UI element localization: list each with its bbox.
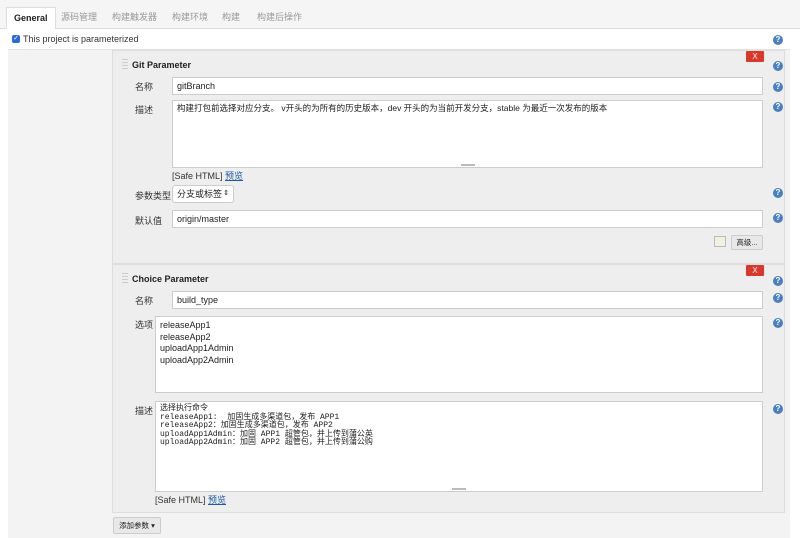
safe-html-label: [Safe HTML] <box>155 495 206 505</box>
help-icon[interactable]: ? <box>773 35 783 45</box>
param-type-label: 参数类型 <box>135 191 172 201</box>
resize-handle[interactable] <box>460 164 475 166</box>
drag-handle-icon[interactable] <box>122 59 128 71</box>
safe-html-note: [Safe HTML] 预览 <box>155 493 226 506</box>
tab-post-build[interactable]: 构建后操作 <box>250 7 309 29</box>
description-label: 描述 <box>135 105 154 115</box>
help-icon[interactable]: ? <box>773 102 783 112</box>
help-icon[interactable]: ? <box>773 404 783 414</box>
tab-build-env[interactable]: 构建环境 <box>165 7 215 29</box>
help-icon[interactable]: ? <box>773 318 783 328</box>
panel-title: Git Parameter <box>132 60 192 70</box>
add-parameter-button[interactable]: 添加参数 ▾ <box>113 517 161 534</box>
delete-button[interactable]: X <box>746 51 764 62</box>
help-icon[interactable]: ? <box>773 61 783 71</box>
help-icon[interactable]: ? <box>773 276 783 286</box>
tab-triggers[interactable]: 构建触发器 <box>105 7 164 29</box>
name-input[interactable]: build_type <box>172 291 763 309</box>
parameterized-label: This project is parameterized <box>23 34 139 44</box>
preview-link[interactable]: 预览 <box>225 171 243 181</box>
tab-bar: General 源码管理 构建触发器 构建环境 构建 构建后操作 <box>0 0 800 29</box>
help-icon[interactable]: ? <box>773 213 783 223</box>
name-label: 名称 <box>135 82 154 92</box>
safe-html-note: [Safe HTML] 预览 <box>172 169 243 182</box>
resize-handle[interactable] <box>452 488 466 490</box>
advanced-button[interactable]: 高级... <box>731 235 763 250</box>
safe-html-label: [Safe HTML] <box>172 171 223 181</box>
tab-scm[interactable]: 源码管理 <box>54 7 104 29</box>
tab-general[interactable]: General <box>6 7 56 29</box>
choices-label: 选项 <box>135 320 154 330</box>
parameterized-checkbox[interactable]: ✓ <box>12 35 20 43</box>
panel-title: Choice Parameter <box>132 274 209 284</box>
drag-handle-icon[interactable] <box>122 273 128 285</box>
param-type-value: 分支或标签 <box>177 189 223 199</box>
param-type-select[interactable]: 分支或标签 ⇕ <box>172 185 234 203</box>
description-label: 描述 <box>135 406 154 416</box>
description-textarea[interactable]: 构建打包前选择对应分支。 v开头的为所有的历史版本，dev 开头的为当前开发分支… <box>172 100 763 168</box>
choices-textarea[interactable]: releaseApp1 releaseApp2 uploadApp1Admin … <box>155 316 763 393</box>
name-input[interactable]: gitBranch <box>172 77 763 95</box>
notepad-icon <box>714 236 726 247</box>
preview-link[interactable]: 预览 <box>208 495 226 505</box>
description-text: 构建打包前选择对应分支。 v开头的为所有的历史版本，dev 开头的为当前开发分支… <box>177 103 608 113</box>
description-text: 选择执行命令 releaseApp1: 加固生成多渠道包，发布 APP1 rel… <box>160 404 373 447</box>
tab-build[interactable]: 构建 <box>215 7 247 29</box>
help-icon[interactable]: ? <box>773 188 783 198</box>
default-value-label: 默认值 <box>135 216 163 226</box>
name-label: 名称 <box>135 296 154 306</box>
default-value-input[interactable]: origin/master <box>172 210 763 228</box>
help-icon[interactable]: ? <box>773 293 783 303</box>
select-arrows-icon: ⇕ <box>223 190 229 197</box>
choices-text: releaseApp1 releaseApp2 uploadApp1Admin … <box>160 320 234 365</box>
delete-button[interactable]: X <box>746 265 764 276</box>
description-textarea[interactable]: 选择执行命令 releaseApp1: 加固生成多渠道包，发布 APP1 rel… <box>155 401 763 492</box>
help-icon[interactable]: ? <box>773 82 783 92</box>
